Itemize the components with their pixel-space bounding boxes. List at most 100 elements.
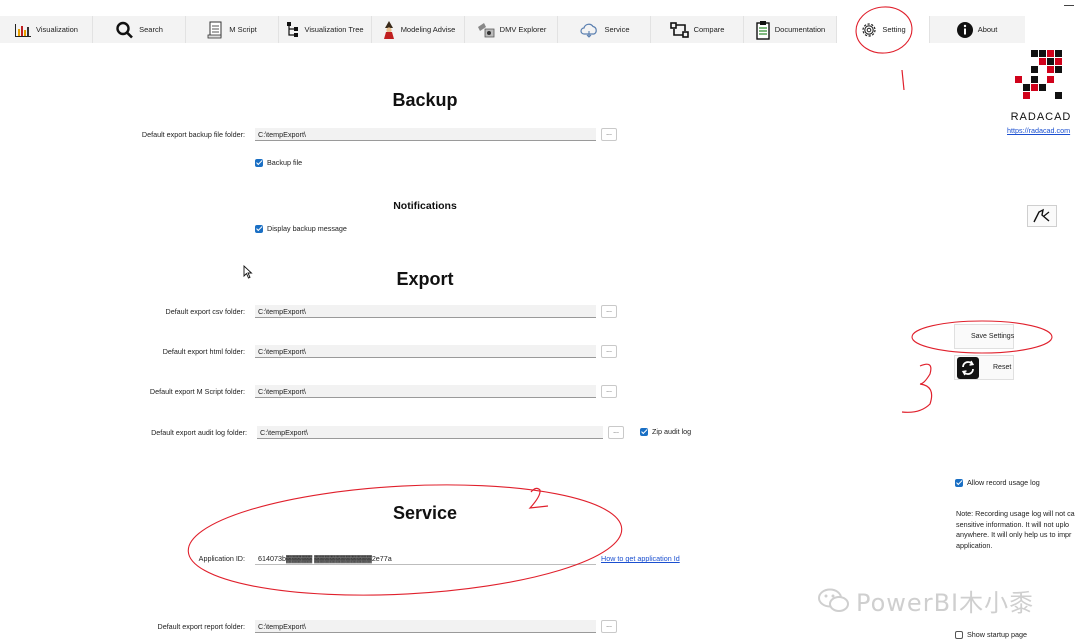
tab-label: Compare xyxy=(693,25,725,34)
radacad-logo-icon xyxy=(1015,50,1062,99)
csv-folder-label: Default export csv folder: xyxy=(165,307,246,316)
backup-file-checkbox[interactable]: Backup file xyxy=(255,158,302,167)
mscript-folder-label: Default export M Script folder: xyxy=(149,387,245,396)
reset-label: Reset xyxy=(993,364,1012,371)
tab-label: Documentation xyxy=(774,25,826,34)
display-backup-message-checkbox[interactable]: Display backup message xyxy=(255,224,347,233)
report-folder-label: Default export report folder: xyxy=(157,622,246,631)
notifications-heading: Notifications xyxy=(393,200,457,212)
user-signature-icon xyxy=(1033,208,1050,223)
tree-icon xyxy=(287,21,299,37)
profile-button[interactable] xyxy=(1027,205,1057,227)
export-heading: Export xyxy=(396,269,454,289)
mouse-cursor-icon xyxy=(243,265,253,279)
gear-icon xyxy=(862,22,876,37)
tab-label: Service xyxy=(604,25,630,34)
tab-label: M Script xyxy=(229,25,257,34)
html-folder-input[interactable]: C:\tempExport\ xyxy=(255,345,596,358)
html-folder-label: Default export html folder: xyxy=(162,347,245,356)
annotation-one xyxy=(901,69,905,91)
search-icon xyxy=(116,21,134,38)
usage-note-line: anywhere. It will only help us to impr xyxy=(956,530,1072,539)
reset-icon xyxy=(957,356,979,379)
watermark: PowerBI木小黍 xyxy=(818,583,1034,618)
reset-button[interactable]: Reset xyxy=(954,355,1014,380)
tab-dmv-explorer[interactable]: DMV Explorer xyxy=(465,16,558,43)
backup-folder-label: Default export backup file folder: xyxy=(141,130,245,139)
csv-browse-button[interactable]: ... xyxy=(601,305,617,318)
allow-record-usage-log-checkbox[interactable]: Allow record usage log xyxy=(955,478,1040,487)
backup-heading: Backup xyxy=(392,90,458,110)
save-settings-label: Save Settings xyxy=(971,333,1015,340)
annotation-two xyxy=(528,487,549,509)
tab-search[interactable]: Search xyxy=(93,16,186,43)
tab-visualization[interactable]: Visualization xyxy=(0,16,93,43)
main-tab-bar: Visualization Search M Script Visualizat… xyxy=(0,16,1025,43)
script-icon xyxy=(207,21,222,38)
tab-modeling-advise[interactable]: Modeling Advise xyxy=(372,16,465,43)
backup-browse-button[interactable]: ... xyxy=(601,128,617,141)
zip-audit-log-checkbox[interactable]: Zip audit log xyxy=(640,427,691,436)
document-icon xyxy=(756,20,770,40)
save-settings-button[interactable]: Save Settings xyxy=(954,324,1014,349)
audit-folder-label: Default export audit log folder: xyxy=(151,428,247,437)
brand-name: RADACAD xyxy=(1010,111,1072,123)
application-id-label: Application ID: xyxy=(198,554,245,563)
info-icon xyxy=(956,21,973,38)
tab-setting[interactable]: Setting xyxy=(837,16,930,43)
tab-label: About xyxy=(977,25,998,34)
wizard-icon xyxy=(383,20,394,39)
watermark-text: PowerBI木小黍 xyxy=(856,589,1035,617)
checkbox-checked-icon xyxy=(255,224,263,233)
show-startup-page-label: Show startup page xyxy=(967,630,1027,639)
report-browse-button[interactable]: ... xyxy=(601,620,617,633)
compare-icon xyxy=(669,21,689,38)
checkbox-checked-icon xyxy=(255,158,263,167)
minimize-icon[interactable] xyxy=(1064,0,1074,6)
tab-label: Modeling Advise xyxy=(400,25,456,34)
allow-record-usage-log-label: Allow record usage log xyxy=(967,478,1040,487)
application-id-input[interactable]: 614073b▓▓▓▓▓ ▓▓▓▓▓▓▓▓▓▓▓2e77a xyxy=(255,552,596,565)
tab-label: Search xyxy=(139,25,163,34)
report-folder-input[interactable]: C:\tempExport\ xyxy=(255,620,596,633)
mscript-browse-button[interactable]: ... xyxy=(601,385,617,398)
cloud-icon xyxy=(580,23,598,38)
usage-note-line: application. xyxy=(956,540,993,550)
checkbox-checked-icon xyxy=(955,478,963,487)
annotation-three xyxy=(901,363,933,413)
html-browse-button[interactable]: ... xyxy=(601,345,617,358)
how-to-get-application-id-link[interactable]: How to get application Id xyxy=(601,554,680,563)
tab-service[interactable]: Service xyxy=(558,16,651,43)
tab-documentation[interactable]: Documentation xyxy=(744,16,837,43)
tab-label: Visualization Tree xyxy=(304,25,364,34)
tab-label: DMV Explorer xyxy=(499,25,547,34)
settings-window: Visualization Search M Script Visualizat… xyxy=(0,0,1080,644)
annotation-layer xyxy=(187,6,1053,596)
backup-folder-input[interactable]: C:\tempExport\ xyxy=(255,128,596,141)
csv-folder-input[interactable]: C:\tempExport\ xyxy=(255,305,596,318)
tab-label: Visualization xyxy=(36,25,78,34)
tab-about[interactable]: About xyxy=(930,16,1023,43)
audit-folder-input[interactable]: C:\tempExport\ xyxy=(257,426,603,439)
audit-browse-button[interactable]: ... xyxy=(608,426,624,439)
zip-audit-log-label: Zip audit log xyxy=(652,427,692,436)
usage-note-line: Note: Recording usage log will not ca xyxy=(956,509,1075,518)
usage-note-line: sensitive information. It will not uplo xyxy=(956,519,1070,529)
tab-m-script[interactable]: M Script xyxy=(186,16,279,43)
explorer-icon xyxy=(477,22,495,37)
checkbox-checked-icon xyxy=(640,427,648,436)
service-heading: Service xyxy=(392,503,458,523)
tab-compare[interactable]: Compare xyxy=(651,16,744,43)
usage-log-note: Note: Recording usage log will not ca se… xyxy=(956,509,1080,551)
tab-visualization-tree[interactable]: Visualization Tree xyxy=(279,16,372,43)
checkbox-unchecked-icon xyxy=(955,630,963,639)
annotation-circle-service xyxy=(187,484,623,596)
show-startup-page-checkbox[interactable]: Show startup page xyxy=(955,630,1027,639)
tab-label: Setting xyxy=(882,25,906,34)
radacad-url-link[interactable]: https://radacad.com xyxy=(1007,126,1070,135)
bar-chart-icon xyxy=(15,23,31,37)
wechat-icon xyxy=(818,588,849,612)
backup-file-label: Backup file xyxy=(267,158,303,167)
display-backup-message-label: Display backup message xyxy=(267,224,347,233)
mscript-folder-input[interactable]: C:\tempExport\ xyxy=(255,385,596,398)
